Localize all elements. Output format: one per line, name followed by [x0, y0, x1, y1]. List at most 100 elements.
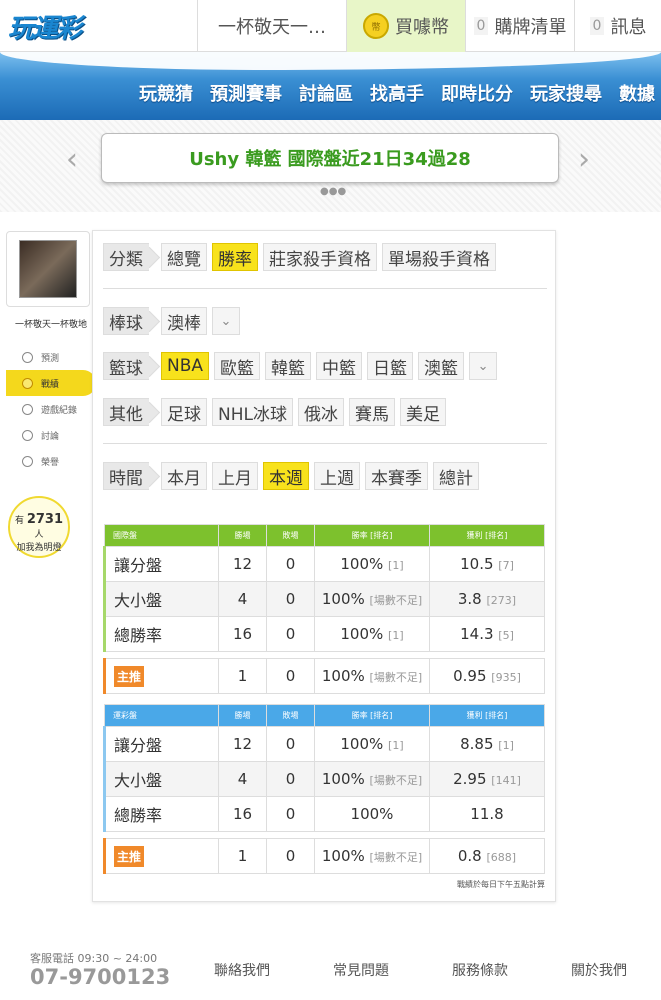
avatar[interactable] — [19, 240, 77, 298]
col-header: 獲利 [排名] — [429, 524, 545, 547]
buy-coin-button[interactable]: 幣 買噱幣 — [346, 0, 465, 52]
win-cell: 1 — [218, 838, 267, 874]
filter-nhl[interactable]: NHL冰球 — [212, 398, 293, 426]
coin-icon: 幣 — [363, 13, 389, 39]
table-row: 大小盤 4 0 100% [場數不足] 3.8 [273] — [103, 581, 545, 617]
category-filter: 分類 總覽 勝率 莊家殺手資格 單場殺手資格 — [103, 243, 501, 271]
filter-win-rate[interactable]: 勝率 — [212, 243, 258, 271]
profit-cell: 14.3 [5] — [429, 616, 545, 652]
win-cell: 12 — [218, 546, 267, 582]
banner-dots[interactable]: ●●● — [320, 186, 346, 197]
sidebar-item-label: 預測 — [41, 353, 60, 364]
tw-main-pick-table: 主推 1 0 100% [場數不足] 0.8 [688] — [103, 838, 545, 874]
divider — [103, 288, 547, 289]
sidebar-item-label: 榮譽 — [41, 457, 60, 468]
footer-link-terms[interactable]: 服務條款 — [452, 960, 508, 980]
filter-banker-killer[interactable]: 莊家殺手資格 — [263, 243, 377, 271]
profit-cell: 3.8 [273] — [429, 581, 545, 617]
filter-euro-bb[interactable]: 歐籃 — [214, 352, 261, 380]
sidebar-item-game-log[interactable]: 遊戲紀錄 — [6, 396, 96, 422]
filter-nbl[interactable]: 澳籃 — [418, 352, 465, 380]
site-logo[interactable]: 玩運彩 — [8, 8, 94, 44]
filter-nba[interactable]: NBA — [161, 352, 210, 380]
win-cell: 16 — [218, 616, 267, 652]
fans-prefix: 有 — [14, 516, 24, 526]
win-cell: 4 — [218, 581, 267, 617]
rate-value: 100% — [321, 590, 365, 608]
banner-prev-icon[interactable]: ‹ — [66, 142, 78, 177]
profit-value: 10.5 — [460, 555, 494, 573]
filter-abl[interactable]: 澳棒 — [161, 307, 207, 335]
profile-sidebar: 一杯敬天一杯敬地 預測 戰績 遊戲紀錄 討論 榮譽 有 2731 人 加我為明燈 — [6, 231, 96, 568]
sidebar-item-discuss[interactable]: 討論 — [6, 422, 96, 448]
nav-item-live-score[interactable]: 即時比分 — [441, 80, 513, 106]
footer-link-contact[interactable]: 聯絡我們 — [214, 960, 270, 980]
nav-item-experts[interactable]: 找高手 — [370, 80, 424, 106]
lightbulb-icon: 有 2731 人 加我為明燈 — [8, 496, 70, 558]
target-icon — [22, 351, 33, 363]
col-header: 敗場 — [266, 524, 315, 547]
cart-button[interactable]: 0 購牌清單 — [465, 0, 574, 52]
lose-cell: 0 — [266, 658, 315, 694]
banner-message[interactable]: Ushy 韓籃 國際盤近21日34過28 — [101, 133, 559, 183]
time-filter: 時間 本月 上月 本週 上週 本賽季 總計 — [103, 462, 484, 490]
main-pick-label: 主推 — [103, 838, 219, 874]
fans-text: 加我為明燈 — [16, 543, 62, 553]
rate-value: 100% — [321, 847, 365, 865]
footer-link-faq[interactable]: 常見問題 — [333, 960, 389, 980]
footer-link-about[interactable]: 關於我們 — [571, 960, 627, 980]
footer: 客服電話 09:30 ~ 24:00 07-9700123 聯絡我們 常見問題 … — [0, 940, 661, 1000]
trophy-icon — [22, 455, 33, 467]
sidebar-item-record[interactable]: 戰績 — [6, 370, 96, 396]
sidebar-item-honor[interactable]: 榮譽 — [6, 448, 96, 474]
filter-kbl[interactable]: 韓籃 — [265, 352, 312, 380]
nav-item-forum[interactable]: 討論區 — [299, 80, 353, 106]
filter-this-week[interactable]: 本週 — [263, 462, 309, 490]
filter-single-killer[interactable]: 單場殺手資格 — [382, 243, 496, 271]
rate-rank: [場數不足] — [369, 851, 423, 864]
table-row: 讓分盤 12 0 100% [1] 8.85 [1] — [103, 726, 545, 762]
filter-jp-bb[interactable]: 日籃 — [367, 352, 414, 380]
rate-rank: [場數不足] — [369, 774, 423, 787]
baseball-filter: 棒球 澳棒 ⌄ — [103, 307, 245, 335]
sidebar-item-label: 遊戲紀錄 — [41, 405, 78, 416]
filter-overview[interactable]: 總覽 — [161, 243, 207, 271]
filter-khl[interactable]: 俄冰 — [297, 398, 344, 426]
banner-next-icon[interactable]: › — [578, 142, 590, 177]
profit-rank: [935] — [491, 671, 521, 684]
filter-this-season[interactable]: 本賽季 — [365, 462, 428, 490]
chevron-down-icon[interactable]: ⌄ — [469, 352, 498, 380]
nav-item-predict[interactable]: 預測賽事 — [210, 80, 282, 106]
profit-rank: [273] — [486, 594, 517, 607]
filter-this-month[interactable]: 本月 — [161, 462, 207, 490]
username: 一杯敬天一杯敬地 — [14, 320, 87, 330]
rate-cell: 100% [場數不足] — [314, 761, 430, 797]
profit-cell: 0.95 [935] — [429, 658, 545, 694]
nav-item-guess[interactable]: 玩競猜 — [139, 80, 193, 106]
stats-panel: 分類 總覽 勝率 莊家殺手資格 單場殺手資格 棒球 澳棒 ⌄ 籃球 NBA 歐籃… — [92, 230, 556, 902]
col-header: 勝率 [排名] — [314, 704, 430, 727]
rate-cell: 100% [1] — [314, 546, 430, 582]
discuss-icon — [22, 429, 33, 441]
filter-soccer[interactable]: 足球 — [161, 398, 207, 426]
filter-total[interactable]: 總計 — [433, 462, 479, 490]
filter-cba[interactable]: 中籃 — [316, 352, 363, 380]
filter-last-week[interactable]: 上週 — [314, 462, 360, 490]
sidebar-item-predict[interactable]: 預測 — [6, 344, 96, 370]
nav-item-data[interactable]: 數據 — [619, 80, 655, 106]
fans-lightbulb[interactable]: 有 2731 人 加我為明燈 — [8, 496, 72, 568]
rate-rank: [場數不足] — [369, 671, 423, 684]
win-cell: 12 — [218, 726, 267, 762]
chevron-down-icon[interactable]: ⌄ — [212, 307, 240, 335]
user-tab[interactable]: 一杯敬天一… — [197, 0, 346, 52]
filter-horse[interactable]: 賽馬 — [348, 398, 395, 426]
filter-last-month[interactable]: 上月 — [212, 462, 258, 490]
filter-nfl[interactable]: 美足 — [399, 398, 446, 426]
message-button[interactable]: 0 訊息 — [574, 0, 661, 52]
intl-stats-table: 國際盤 勝場 敗場 勝率 [排名] 獲利 [排名] 讓分盤 12 0 100% … — [103, 524, 545, 652]
profit-value: 8.85 — [460, 735, 494, 753]
rate-value: 100% — [350, 805, 394, 823]
profit-cell: 0.8 [688] — [429, 838, 545, 874]
nav-item-player-search[interactable]: 玩家搜尋 — [530, 80, 602, 106]
profit-value: 2.95 — [453, 770, 487, 788]
